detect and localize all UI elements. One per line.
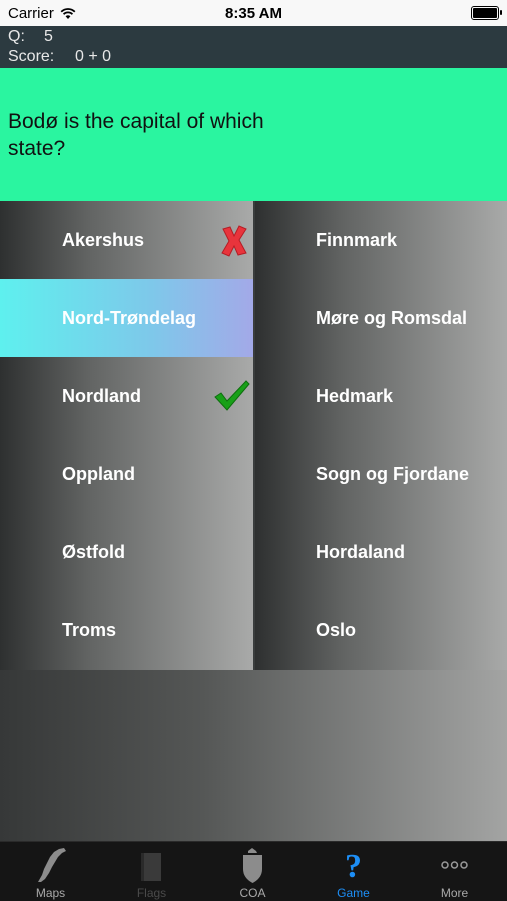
tab-maps[interactable]: Maps (0, 842, 101, 901)
answer-option[interactable]: Troms (0, 591, 253, 669)
battery-icon (471, 6, 502, 20)
coat-of-arms-icon (243, 848, 262, 883)
tab-game[interactable]: ? Game (303, 842, 404, 901)
answer-option[interactable]: Sogn og Fjordane (255, 435, 507, 513)
more-icon (441, 861, 468, 869)
answer-label: Østfold (62, 542, 125, 562)
flag-icon (141, 853, 161, 881)
tab-bar: Maps Flags COA ? Game More (0, 841, 507, 901)
answer-label: Akershus (62, 230, 145, 250)
question-panel: Bodø is the capital of which state? (0, 68, 507, 201)
answer-option[interactable]: Hordaland (255, 513, 507, 591)
checkmark-icon (214, 380, 250, 411)
answer-option[interactable]: Hedmark (255, 357, 507, 435)
answer-label: Hedmark (316, 386, 394, 406)
tab-label: Game (337, 886, 370, 900)
answer-label: Sogn og Fjordane (316, 464, 469, 484)
answer-option-selected[interactable]: Nord-Trøndelag (0, 279, 253, 357)
answer-column-left: Akershus Nord-Trøndelag Nordland Oppland… (0, 201, 253, 670)
answer-option[interactable]: Østfold (0, 513, 253, 591)
answer-option[interactable]: Akershus (0, 201, 253, 279)
answer-label: Møre og Romsdal (316, 308, 468, 328)
answer-grid: Akershus Nord-Trøndelag Nordland Oppland… (0, 201, 507, 670)
answer-label: Troms (62, 620, 117, 640)
answer-label: Finnmark (316, 230, 398, 250)
tab-label: Maps (35, 886, 66, 900)
answer-option[interactable]: Finnmark (255, 201, 507, 279)
answer-option[interactable]: Møre og Romsdal (255, 279, 507, 357)
question-counter-label: Q: (8, 28, 25, 45)
tab-label: Flags (136, 886, 167, 900)
question-mark-icon: ? (345, 848, 362, 883)
answer-column-right: Finnmark Møre og Romsdal Hedmark Sogn og… (255, 201, 507, 670)
question-text: Bodø is the capital of which state? (8, 110, 264, 160)
answer-label: Nord-Trøndelag (62, 308, 196, 328)
answer-option[interactable]: Oppland (0, 435, 253, 513)
score-label: Score: (8, 48, 55, 65)
tab-more[interactable]: More (404, 842, 505, 901)
question-counter: Q: 5 (8, 27, 53, 47)
answer-option[interactable]: Oslo (255, 591, 507, 669)
answer-label: Hordaland (316, 542, 406, 562)
info-bar: Q: 5 Score: 0 + 0 (0, 26, 507, 68)
score-value: 0 + 0 (75, 48, 112, 65)
status-time: 8:35 AM (225, 5, 282, 22)
tab-flags[interactable]: Flags (101, 842, 202, 901)
empty-background-area (0, 670, 507, 841)
tab-label: COA (239, 886, 266, 900)
answer-label: Oslo (316, 620, 357, 640)
answer-label: Oppland (62, 464, 135, 484)
tab-label: More (440, 886, 469, 900)
status-bar: Carrier 8:35 AM (0, 0, 507, 26)
score-display: Score: 0 + 0 (8, 47, 111, 67)
answer-label: Nordland (62, 386, 141, 406)
wrong-mark-icon (221, 225, 247, 257)
map-icon (38, 848, 66, 882)
tab-coa[interactable]: COA (202, 842, 303, 901)
question-counter-value: 5 (44, 28, 53, 45)
svg-text:?: ? (345, 848, 362, 883)
